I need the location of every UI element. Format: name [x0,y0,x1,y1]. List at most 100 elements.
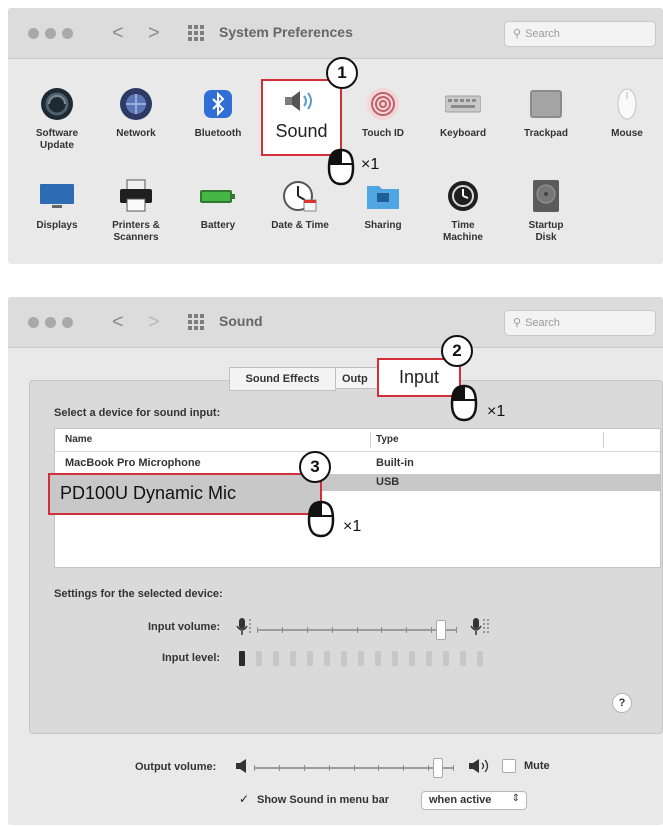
level-bar [290,651,296,666]
device-section-label: Select a device for sound input: [54,407,221,419]
pref-startup-disk[interactable]: Startup Disk [509,178,583,244]
pref-sharing[interactable]: Sharing [346,178,420,232]
back-button[interactable]: < [112,310,124,334]
level-bar [324,651,330,666]
minimize-window-button[interactable] [45,317,56,328]
column-header-type[interactable]: Type [376,434,399,445]
slider-knob[interactable] [433,758,444,778]
pref-time-machine[interactable]: Time Machine [426,178,500,244]
tab-input-label: Input [398,367,440,387]
pref-trackpad[interactable]: Trackpad [509,86,583,140]
pref-bluetooth[interactable]: Bluetooth [181,86,255,140]
pref-date-time[interactable]: Date & Time [263,178,337,232]
selected-device-highlight[interactable]: PD100U Dynamic Mic [48,473,322,515]
pref-label: Date & Time [271,220,329,231]
pref-software-update[interactable]: Software Update [20,86,94,152]
bluetooth-icon [200,86,236,122]
speaker-icon [284,89,318,113]
input-level-meter [239,651,499,667]
level-bar [239,651,245,666]
output-volume-label: Output volume: [135,761,217,773]
slider-tick [381,627,383,633]
search-field[interactable]: ⚲ Search [504,21,656,47]
table-header: Name Type [55,429,660,452]
back-button[interactable]: < [112,21,124,45]
search-field[interactable]: ⚲ Search [504,310,656,336]
pref-label: Keyboard [439,128,487,139]
level-bar [460,651,466,666]
pref-touch-id[interactable]: Touch ID [346,86,420,140]
slider-tick [453,765,454,771]
pref-label: Software Update [35,128,79,151]
pref-label: Battery [200,220,236,231]
time-machine-icon [445,178,481,214]
pref-keyboard[interactable]: Keyboard [426,86,500,140]
slider-knob[interactable] [436,620,447,640]
step-2-badge: 2 [441,335,473,367]
battery-icon [200,178,236,214]
pref-label: Touch ID [361,128,405,139]
show-sound-checkbox[interactable]: ✓ [239,793,251,805]
level-bar [409,651,415,666]
minimize-window-button[interactable] [45,28,56,39]
tab-output[interactable]: Outp [335,367,380,389]
sound-pref-label: Sound [275,121,328,141]
pref-mouse[interactable]: Mouse [590,86,663,140]
sound-pref-highlight[interactable]: Sound [261,79,342,156]
slider-tick [356,627,358,633]
network-globe-icon [118,86,154,122]
show-all-grid-icon[interactable] [188,313,208,331]
forward-button[interactable]: > [148,310,160,334]
level-bar [375,651,381,666]
pref-network[interactable]: Network [99,86,173,140]
step-1-badge: 1 [326,57,358,89]
level-bar [426,651,432,666]
slider-tick [306,627,308,633]
zoom-window-button[interactable] [62,317,73,328]
pref-battery[interactable]: Battery [181,178,255,232]
show-sound-dropdown[interactable]: when active ⇕ [421,791,527,810]
help-button[interactable]: ? [612,693,632,713]
mute-checkbox[interactable] [502,759,516,773]
close-window-button[interactable] [28,28,39,39]
trackpad-icon [528,86,564,122]
display-icon [39,178,75,214]
slider-tick [303,765,305,771]
title-bar: < > System Preferences ⚲ Search [8,8,663,59]
tab-sound-effects[interactable]: Sound Effects [229,367,336,391]
pref-label: Printers & Scanners [112,220,160,243]
level-bar [477,651,483,666]
slider-tick [378,765,380,771]
input-volume-label: Input volume: [148,621,221,633]
slider-tick [406,627,408,633]
device-type: USB [376,476,400,488]
column-header-name[interactable]: Name [65,434,92,445]
click-mouse-icon [307,500,335,538]
show-all-grid-icon[interactable] [188,24,208,42]
slider-tick [431,627,433,633]
device-type: Built-in [376,457,414,469]
search-icon: ⚲ [513,28,522,40]
pref-label: Mouse [611,128,643,139]
level-bar [273,651,279,666]
level-bar [256,651,262,666]
close-window-button[interactable] [28,317,39,328]
speaker-high-icon [468,758,492,774]
column-divider [370,432,371,448]
startup-disk-icon [528,178,564,214]
dropdown-value: when active [429,794,492,806]
slider-tick [257,627,258,633]
pref-label: Trackpad [524,128,568,139]
fingerprint-icon [365,86,401,122]
title-bar: < > Sound ⚲ Search [8,297,663,348]
forward-button[interactable]: > [148,21,160,45]
table-row[interactable]: MacBook Pro Microphone Built-in [55,455,660,471]
chevron-updown-icon: ⇕ [511,793,520,804]
mic-low-icon [236,617,252,637]
pref-displays[interactable]: Displays [20,178,94,232]
mouse-device-icon [609,86,645,122]
pref-printers-scanners[interactable]: Printers & Scanners [99,178,173,244]
zoom-window-button[interactable] [62,28,73,39]
click-mouse-icon [450,384,478,422]
selected-device-name: PD100U Dynamic Mic [60,483,237,503]
